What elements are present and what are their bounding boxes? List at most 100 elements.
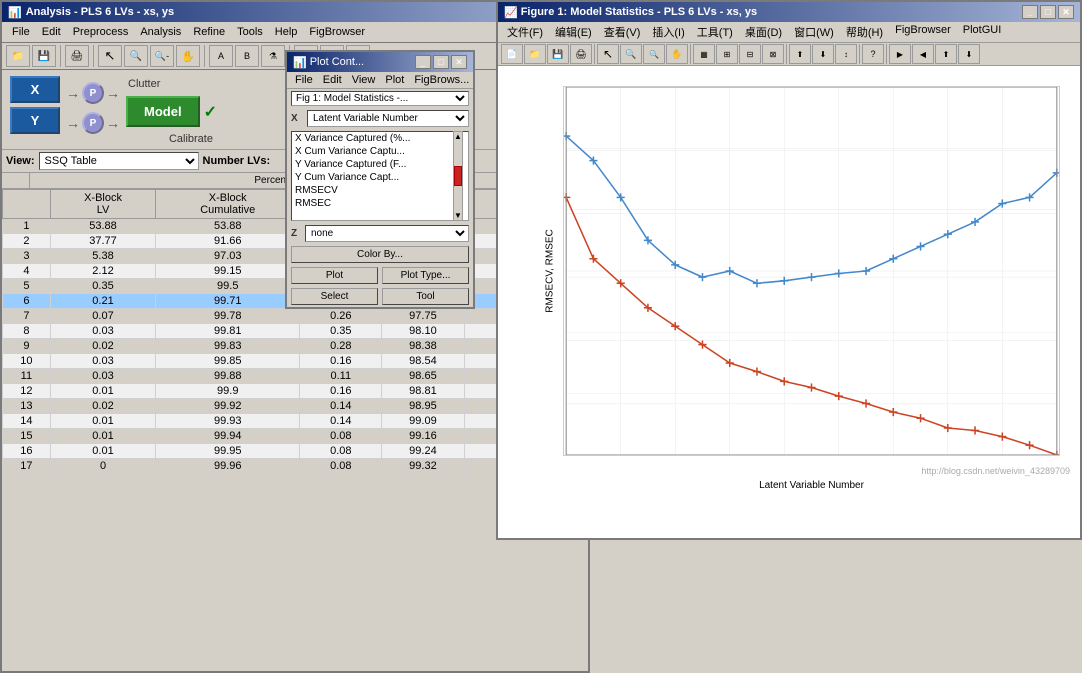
fig-menu-desktop[interactable]: 桌面(D): [739, 23, 788, 41]
fig-menu-window[interactable]: 窗口(W): [788, 23, 840, 41]
plot-button[interactable]: Plot: [291, 267, 378, 284]
z-label: Z: [291, 228, 303, 239]
menu-edit[interactable]: Edit: [36, 24, 67, 40]
menu-help[interactable]: Help: [269, 24, 304, 40]
fig-tool-a1[interactable]: ▦: [693, 44, 715, 64]
menu-analysis[interactable]: Analysis: [134, 24, 187, 40]
save-button[interactable]: 💾: [32, 45, 56, 67]
list-box[interactable]: X Variance Captured (%... X Cum Variance…: [291, 131, 469, 221]
arrow-y: →: [66, 115, 80, 131]
fig-tool-save[interactable]: 💾: [547, 44, 569, 64]
x-block[interactable]: X: [10, 76, 60, 103]
view-select[interactable]: SSQ Table Percent Variance: [39, 152, 199, 170]
fig-tool-a3[interactable]: ⊟: [739, 44, 761, 64]
fig-menu-plotgui[interactable]: PlotGUI: [957, 23, 1008, 41]
arrows-area: → P → → P →: [66, 76, 120, 134]
zoom-in-button[interactable]: 🔍: [124, 45, 148, 67]
plot-ctrl-close[interactable]: ✕: [451, 55, 467, 69]
print-button[interactable]: 🖨: [65, 45, 89, 67]
fig-tool-c1[interactable]: ▶: [889, 44, 911, 64]
x-axis-label: Latent Variable Number: [759, 480, 864, 491]
figure-minimize[interactable]: _: [1022, 5, 1038, 19]
fig-menu-help[interactable]: 帮助(H): [840, 23, 889, 41]
fig-tool-b1[interactable]: ⬆: [789, 44, 811, 64]
list-item-xcum[interactable]: X Cum Variance Captu...: [292, 145, 468, 158]
scroll-up-arrow[interactable]: ▲: [454, 132, 462, 141]
plot-ctrl-maximize[interactable]: □: [433, 55, 449, 69]
plot-type-button[interactable]: Plot Type...: [382, 267, 469, 284]
data1-button[interactable]: A: [209, 45, 233, 67]
list-item-xvar[interactable]: X Variance Captured (%...: [292, 132, 468, 145]
list-item-rmsecv[interactable]: RMSECV: [292, 184, 468, 197]
cursor-button[interactable]: ↖: [98, 45, 122, 67]
figure-maximize[interactable]: □: [1040, 5, 1056, 19]
fig-menu-edit[interactable]: 编辑(E): [549, 23, 598, 41]
fig-tool-c2[interactable]: ◀: [912, 44, 934, 64]
fig-tool-new[interactable]: 📄: [501, 44, 523, 64]
scroll-down-arrow[interactable]: ▼: [454, 211, 462, 220]
fig-tool-d1[interactable]: ⬆: [935, 44, 957, 64]
list-item-rmsec[interactable]: RMSEC: [292, 197, 468, 210]
list-item-ycum[interactable]: Y Cum Variance Capt...: [292, 171, 468, 184]
col-xblock-lv: X-BlockLV: [50, 190, 155, 219]
figure-titlebar: 📈 Figure 1: Model Statistics - PLS 6 LVs…: [498, 2, 1080, 22]
plot-ctrl-icon: 📊: [293, 56, 307, 69]
plot-ctrl-menu-view[interactable]: View: [347, 73, 381, 87]
model-block[interactable]: Model: [126, 96, 200, 127]
list-scrollbar[interactable]: ▲ ▼: [453, 131, 463, 221]
fig-tool-a2[interactable]: ⊞: [716, 44, 738, 64]
fig-menu-figbrowser[interactable]: FigBrowser: [889, 23, 957, 41]
menu-file[interactable]: File: [6, 24, 36, 40]
fig-tool-a4[interactable]: ⊠: [762, 44, 784, 64]
plot-ctrl-menu-edit[interactable]: Edit: [318, 73, 347, 87]
zoom-out-button[interactable]: 🔍-: [150, 45, 174, 67]
fig-sep4: [859, 44, 860, 64]
fig-menu-insert[interactable]: 插入(I): [646, 23, 690, 41]
open-button[interactable]: 📁: [6, 45, 30, 67]
data2-button[interactable]: B: [235, 45, 259, 67]
toolbar-sep3: [204, 45, 205, 67]
tool-button[interactable]: Tool: [382, 288, 469, 305]
fig-menu-tools[interactable]: 工具(T): [691, 23, 739, 41]
p-block-x: P: [82, 82, 104, 104]
fig-tool-print[interactable]: 🖨: [570, 44, 592, 64]
fig-tool-pan[interactable]: ✋: [666, 44, 688, 64]
plot-ctrl-menu-file[interactable]: File: [290, 73, 318, 87]
menu-preprocess[interactable]: Preprocess: [67, 24, 135, 40]
fig-sep2: [690, 44, 691, 64]
fig-tool-b3[interactable]: ↕: [835, 44, 857, 64]
select-button[interactable]: Select: [291, 288, 378, 305]
fig-tool-open[interactable]: 📁: [524, 44, 546, 64]
calibrate-label: Calibrate: [165, 131, 217, 147]
chart-inner: RMSECV, RMSEC 0.04 0.035 0.03 0.025 0.02…: [563, 86, 1060, 456]
plot-ctrl-menu-plot[interactable]: Plot: [380, 73, 409, 87]
list-box-wrapper: X Variance Captured (%... X Cum Variance…: [291, 131, 469, 221]
arrow-x: →: [66, 85, 80, 101]
list-item-yvar[interactable]: Y Variance Captured (F...: [292, 158, 468, 171]
colorby-button[interactable]: Color By...: [291, 246, 469, 263]
fig-tool-d2[interactable]: ⬇: [958, 44, 980, 64]
z-select[interactable]: none: [305, 225, 469, 242]
fig-tool-b2[interactable]: ⬇: [812, 44, 834, 64]
y-block[interactable]: Y: [10, 107, 60, 134]
plot-ctrl-minimize[interactable]: _: [415, 55, 431, 69]
menu-figbrowser[interactable]: FigBrowser: [303, 24, 371, 40]
plot-ctrl-titlebar: 📊 Plot Cont... _ □ ✕: [287, 52, 473, 72]
fig-tool-zoom-out[interactable]: 🔍: [643, 44, 665, 64]
fig-tool-cursor[interactable]: ↖: [597, 44, 619, 64]
fig-dropdown-row: Fig 1: Model Statistics -...: [287, 89, 473, 108]
pan-button[interactable]: ✋: [176, 45, 200, 67]
fig-tool-help[interactable]: ?: [862, 44, 884, 64]
fig-menu-view[interactable]: 查看(V): [598, 23, 647, 41]
fig-tool-zoom-in[interactable]: 🔍: [620, 44, 642, 64]
plot-ctrl-menu-figbrows[interactable]: FigBrows...: [409, 73, 474, 87]
clutter-label: Clutter: [126, 76, 162, 92]
fig-dropdown[interactable]: Fig 1: Model Statistics -...: [291, 91, 469, 106]
figure-toolbar: 📄 📁 💾 🖨 ↖ 🔍 🔍 ✋ ▦ ⊞ ⊟ ⊠ ⬆ ⬇ ↕ ? ▶ ◀ ⬆ ⬇: [498, 43, 1080, 66]
menu-tools[interactable]: Tools: [231, 24, 269, 40]
menu-refine[interactable]: Refine: [187, 24, 231, 40]
figure-close[interactable]: ✕: [1058, 5, 1074, 19]
data3-button[interactable]: ⚗: [261, 45, 285, 67]
fig-menu-file[interactable]: 文件(F): [501, 23, 549, 41]
x-axis-select[interactable]: Latent Variable Number: [307, 110, 469, 127]
